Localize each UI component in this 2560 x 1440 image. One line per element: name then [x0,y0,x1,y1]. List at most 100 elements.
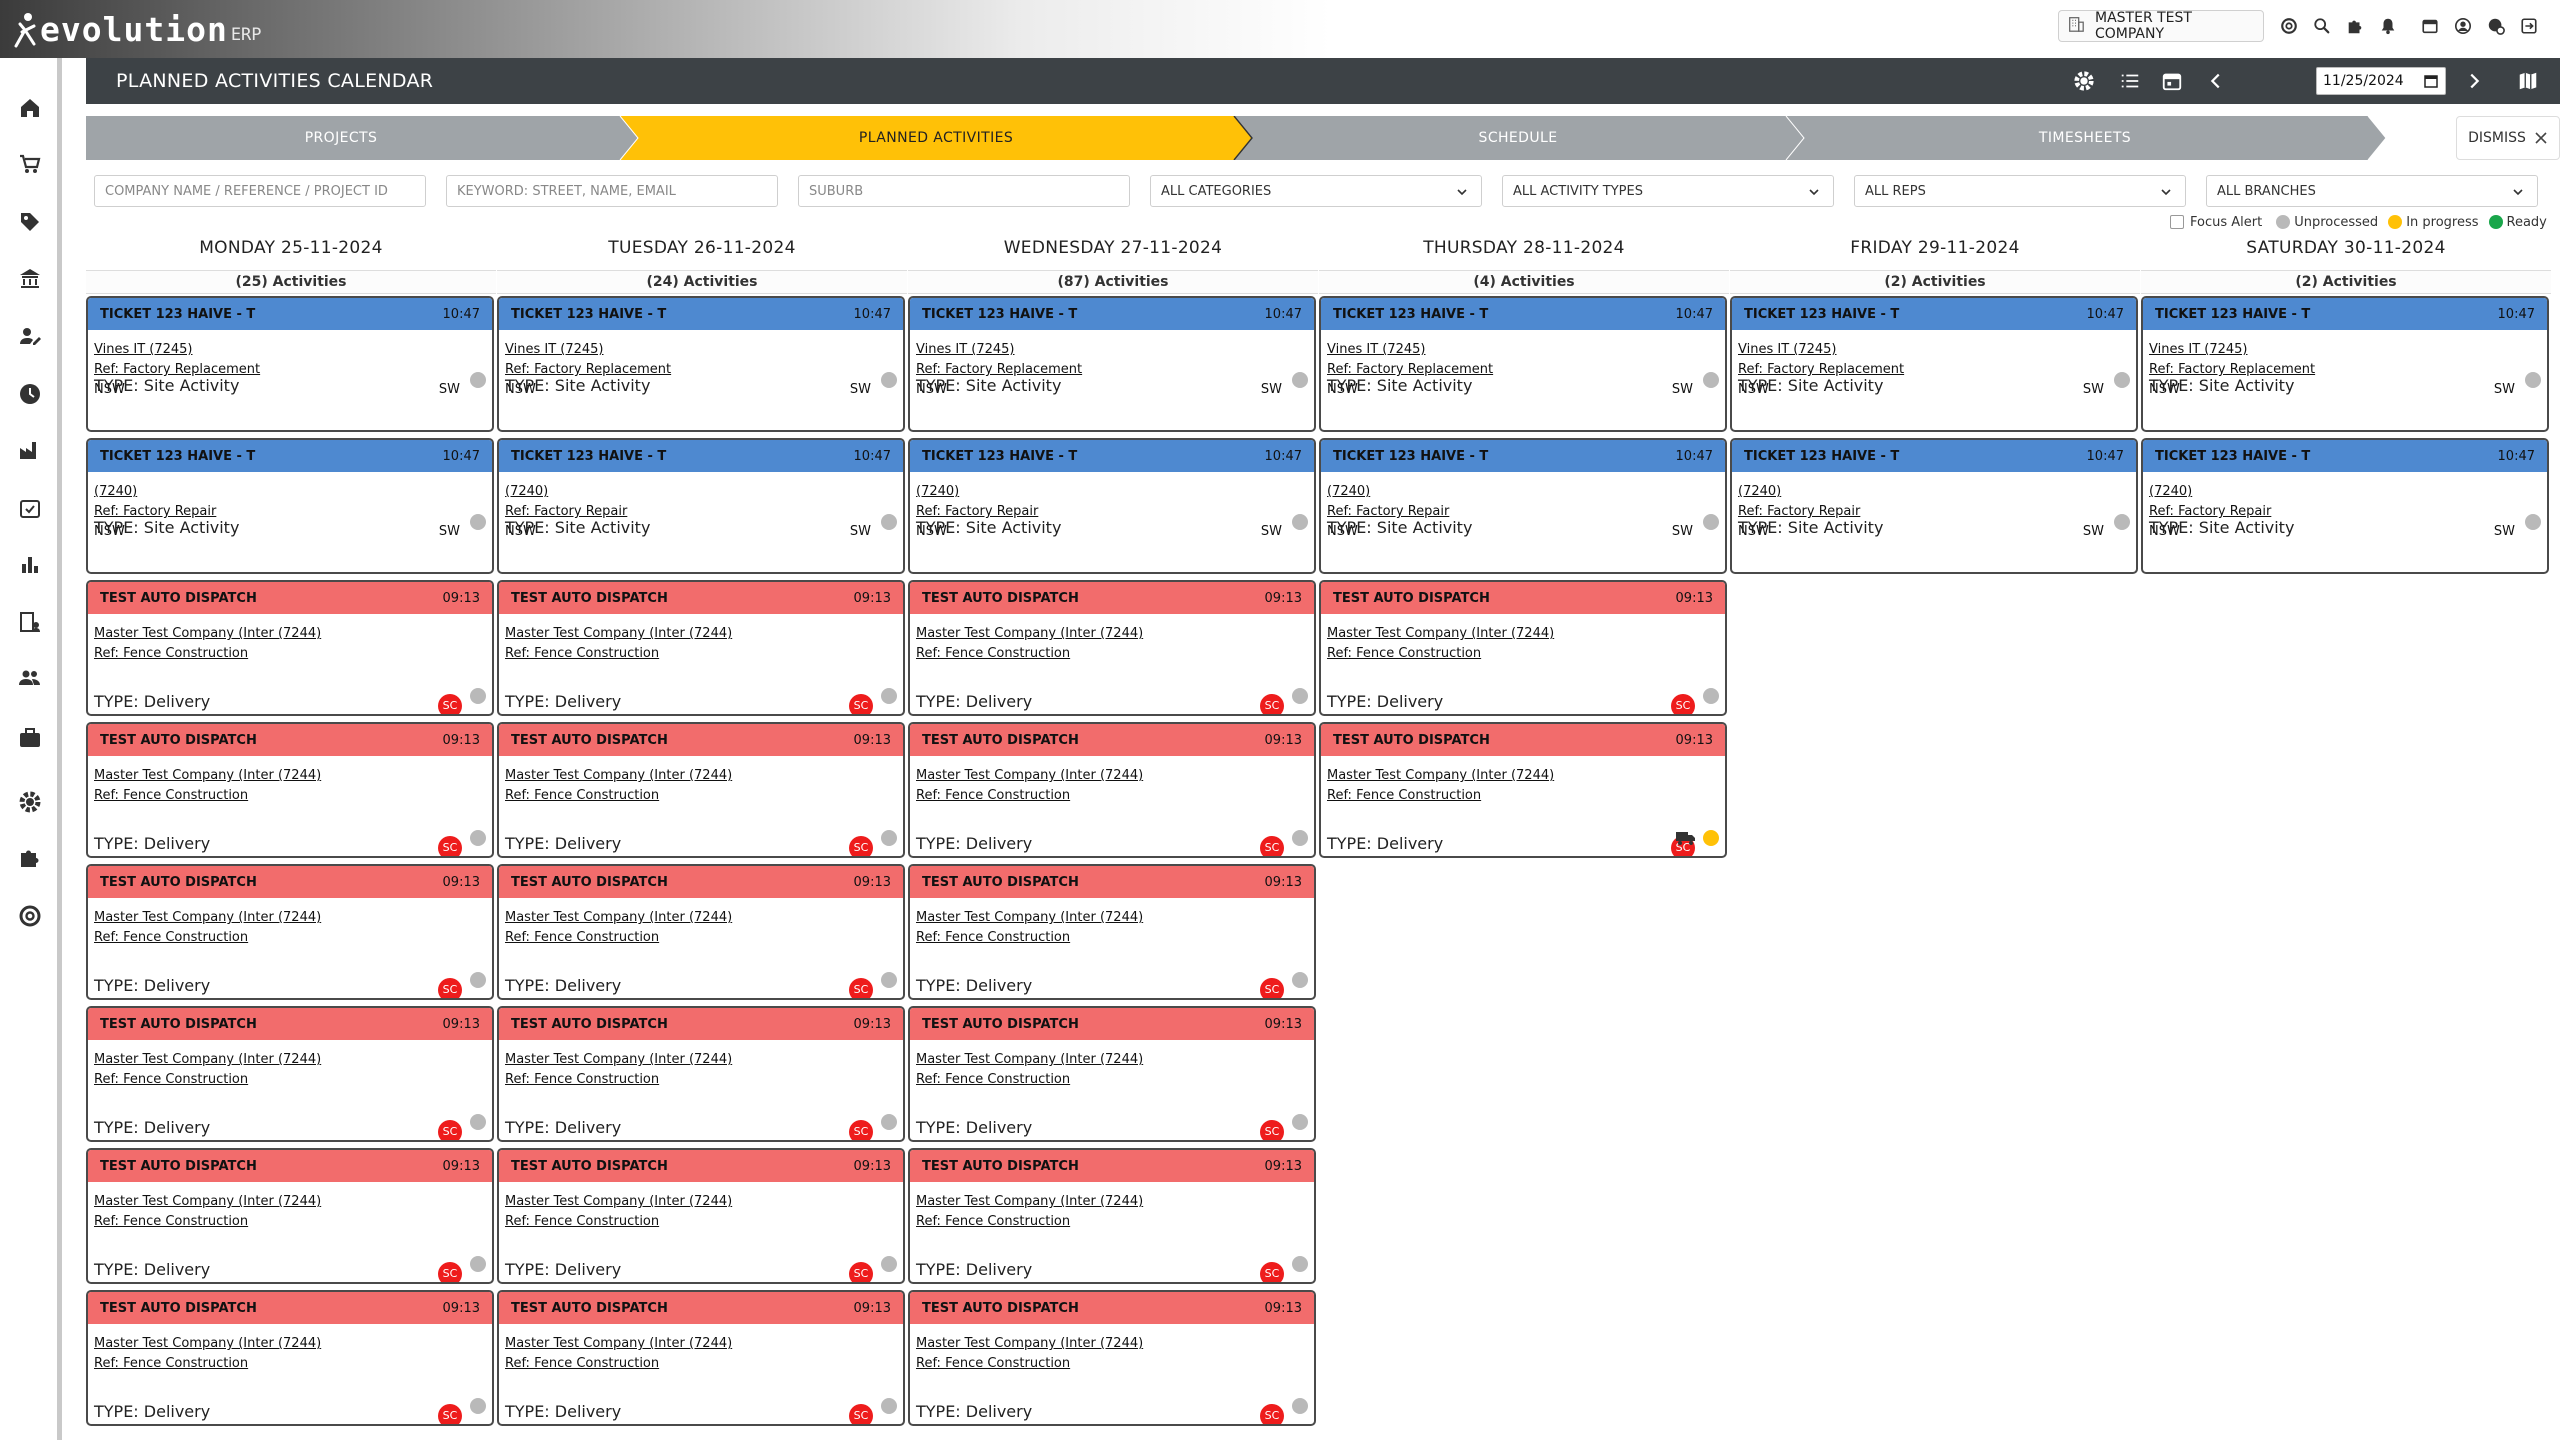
sidebar-chart-icon[interactable] [14,548,46,580]
card-client-link[interactable]: Master Test Company (Inter (7244) [94,1334,484,1354]
card-reference-link[interactable]: Ref: Fence Construction [505,1354,895,1374]
site-activity-card[interactable]: TICKET 123 HAIVE - T 10:47 (7240) Ref: Fact… [2141,438,2549,574]
step-projects[interactable]: PROJECTS [86,116,596,160]
card-client-link[interactable]: Master Test Company (Inter (7244) [505,1334,895,1354]
date-picker-input[interactable]: 11/25/2024 [2316,67,2446,95]
card-reference-link[interactable]: Ref: Fence Construction [505,786,895,806]
card-client-link[interactable]: Master Test Company (Inter (7244) [1327,766,1717,786]
list-view-icon[interactable] [2118,69,2142,93]
site-activity-card[interactable]: TICKET 123 HAIVE - T 10:47 Vines IT (7245)… [1730,296,2138,432]
card-reference-link[interactable]: Ref: Fence Construction [916,1070,1306,1090]
card-reference-link[interactable]: Ref: Fence Construction [505,1070,895,1090]
card-reference-link[interactable]: Ref: Fence Construction [94,1070,484,1090]
support-icon[interactable] [2275,12,2303,40]
sidebar-home-icon[interactable] [14,92,46,124]
sidebar-calendar-check-icon[interactable] [14,492,46,524]
card-client-link[interactable]: Vines IT (7245) [94,340,484,360]
card-client-link[interactable]: Master Test Company (Inter (7244) [916,1192,1306,1212]
site-activity-card[interactable]: TICKET 123 HAIVE - T 10:47 (7240) Ref: Fact… [1319,438,1727,574]
card-client-link[interactable]: Master Test Company (Inter (7244) [94,1050,484,1070]
sidebar-clock-icon[interactable] [14,378,46,410]
dispatch-card[interactable]: TEST AUTO DISPATCH 09:13 Master Test Compa… [908,580,1316,716]
dispatch-card[interactable]: TEST AUTO DISPATCH 09:13 Master Test Compa… [497,722,905,858]
card-client-link[interactable]: Master Test Company (Inter (7244) [916,1050,1306,1070]
site-activity-card[interactable]: TICKET 123 HAIVE - T 10:47 Vines IT (7245)… [2141,296,2549,432]
card-reference-link[interactable]: Ref: Fence Construction [94,1354,484,1374]
sidebar-building-user-icon[interactable] [14,606,46,638]
site-activity-card[interactable]: TICKET 123 HAIVE - T 10:47 (7240) Ref: Fact… [86,438,494,574]
card-client-link[interactable]: Master Test Company (Inter (7244) [505,1192,895,1212]
dispatch-card[interactable]: TEST AUTO DISPATCH 09:13 Master Test Compa… [497,1148,905,1284]
dispatch-card[interactable]: TEST AUTO DISPATCH 09:13 Master Test Compa… [86,864,494,1000]
puzzle-icon[interactable] [2341,12,2369,40]
card-client-link[interactable]: Master Test Company (Inter (7244) [1327,624,1717,644]
reps-select[interactable]: ALL REPS [1854,175,2186,207]
bell-icon[interactable] [2374,12,2402,40]
keyword-search-input[interactable]: KEYWORD: STREET, NAME, EMAIL [446,175,778,207]
card-reference-link[interactable]: Ref: Fence Construction [505,928,895,948]
sidebar-briefcase-icon[interactable] [14,722,46,754]
dispatch-card[interactable]: TEST AUTO DISPATCH 09:13 Master Test Compa… [86,722,494,858]
card-client-link[interactable]: Master Test Company (Inter (7244) [916,624,1306,644]
card-client-link[interactable]: Master Test Company (Inter (7244) [505,1050,895,1070]
card-client-link[interactable]: Vines IT (7245) [2149,340,2539,360]
card-client-link[interactable]: Master Test Company (Inter (7244) [505,624,895,644]
dispatch-card[interactable]: TEST AUTO DISPATCH 09:13 Master Test Compa… [908,1006,1316,1142]
card-reference-link[interactable]: Ref: Fence Construction [916,1354,1306,1374]
sidebar-users-icon[interactable] [14,662,46,694]
card-client-link[interactable]: Master Test Company (Inter (7244) [505,908,895,928]
card-client-link[interactable]: Vines IT (7245) [1327,340,1717,360]
dispatch-card[interactable]: TEST AUTO DISPATCH 09:13 Master Test Compa… [497,1290,905,1426]
logout-icon[interactable] [2515,12,2543,40]
step-planned-activities[interactable]: PLANNED ACTIVITIES [646,116,1226,160]
card-client-link[interactable]: (7240) [505,482,895,502]
card-reference-link[interactable]: Ref: Fence Construction [916,1212,1306,1232]
card-reference-link[interactable]: Ref: Fence Construction [94,644,484,664]
company-selector[interactable]: MASTER TEST COMPANY [2058,10,2264,42]
sidebar-tag-icon[interactable] [14,206,46,238]
site-activity-card[interactable]: TICKET 123 HAIVE - T 10:47 (7240) Ref: Fact… [497,438,905,574]
sidebar-user-edit-icon[interactable] [14,320,46,352]
card-client-link[interactable]: Master Test Company (Inter (7244) [916,1334,1306,1354]
previous-week-chevron-icon[interactable] [2204,69,2228,93]
card-client-link[interactable]: Master Test Company (Inter (7244) [94,1192,484,1212]
step-timesheets[interactable]: TIMESHEETS [1810,116,2360,160]
site-activity-card[interactable]: TICKET 123 HAIVE - T 10:47 Vines IT (7245)… [908,296,1316,432]
calendar-icon[interactable] [2416,12,2444,40]
card-client-link[interactable]: Vines IT (7245) [505,340,895,360]
card-client-link[interactable]: (7240) [1327,482,1717,502]
dispatch-card[interactable]: TEST AUTO DISPATCH 09:13 Master Test Compa… [497,1006,905,1142]
card-reference-link[interactable]: Ref: Fence Construction [94,1212,484,1232]
calendar-view-icon[interactable] [2160,69,2184,93]
sidebar-support-icon[interactable] [14,900,46,932]
card-reference-link[interactable]: Ref: Fence Construction [94,786,484,806]
site-activity-card[interactable]: TICKET 123 HAIVE - T 10:47 (7240) Ref: Fact… [1730,438,2138,574]
card-client-link[interactable]: Master Test Company (Inter (7244) [94,624,484,644]
card-client-link[interactable]: (7240) [94,482,484,502]
branches-select[interactable]: ALL BRANCHES [2206,175,2538,207]
site-activity-card[interactable]: TICKET 123 HAIVE - T 10:47 Vines IT (7245)… [497,296,905,432]
card-client-link[interactable]: (7240) [2149,482,2539,502]
dispatch-card[interactable]: TEST AUTO DISPATCH 09:13 Master Test Compa… [497,864,905,1000]
card-client-link[interactable]: Master Test Company (Inter (7244) [94,766,484,786]
card-reference-link[interactable]: Ref: Fence Construction [505,1212,895,1232]
dispatch-card[interactable]: TEST AUTO DISPATCH 09:13 Master Test Compa… [86,1006,494,1142]
dispatch-card[interactable]: TEST AUTO DISPATCH 09:13 Master Test Compa… [908,1290,1316,1426]
focus-alert-checkbox[interactable] [2170,215,2184,229]
map-view-icon[interactable] [2516,69,2540,93]
brand-logo[interactable]: evolution ERP [12,8,262,50]
card-client-link[interactable]: Master Test Company (Inter (7244) [916,766,1306,786]
next-week-chevron-icon[interactable] [2462,69,2486,93]
dispatch-card[interactable]: TEST AUTO DISPATCH 09:13 Master Test Compa… [1319,580,1727,716]
step-schedule[interactable]: SCHEDULE [1258,116,1778,160]
card-reference-link[interactable]: Ref: Fence Construction [505,644,895,664]
card-client-link[interactable]: (7240) [1738,482,2128,502]
card-reference-link[interactable]: Ref: Fence Construction [1327,786,1717,806]
dispatch-card[interactable]: TEST AUTO DISPATCH 09:13 Master Test Compa… [497,580,905,716]
dispatch-card[interactable]: TEST AUTO DISPATCH 09:13 Master Test Compa… [908,1148,1316,1284]
sidebar-bank-icon[interactable] [14,262,46,294]
settings-gear-icon[interactable] [2072,69,2096,93]
card-reference-link[interactable]: Ref: Fence Construction [916,928,1306,948]
sidebar-factory-icon[interactable] [14,434,46,466]
card-reference-link[interactable]: Ref: Fence Construction [916,786,1306,806]
